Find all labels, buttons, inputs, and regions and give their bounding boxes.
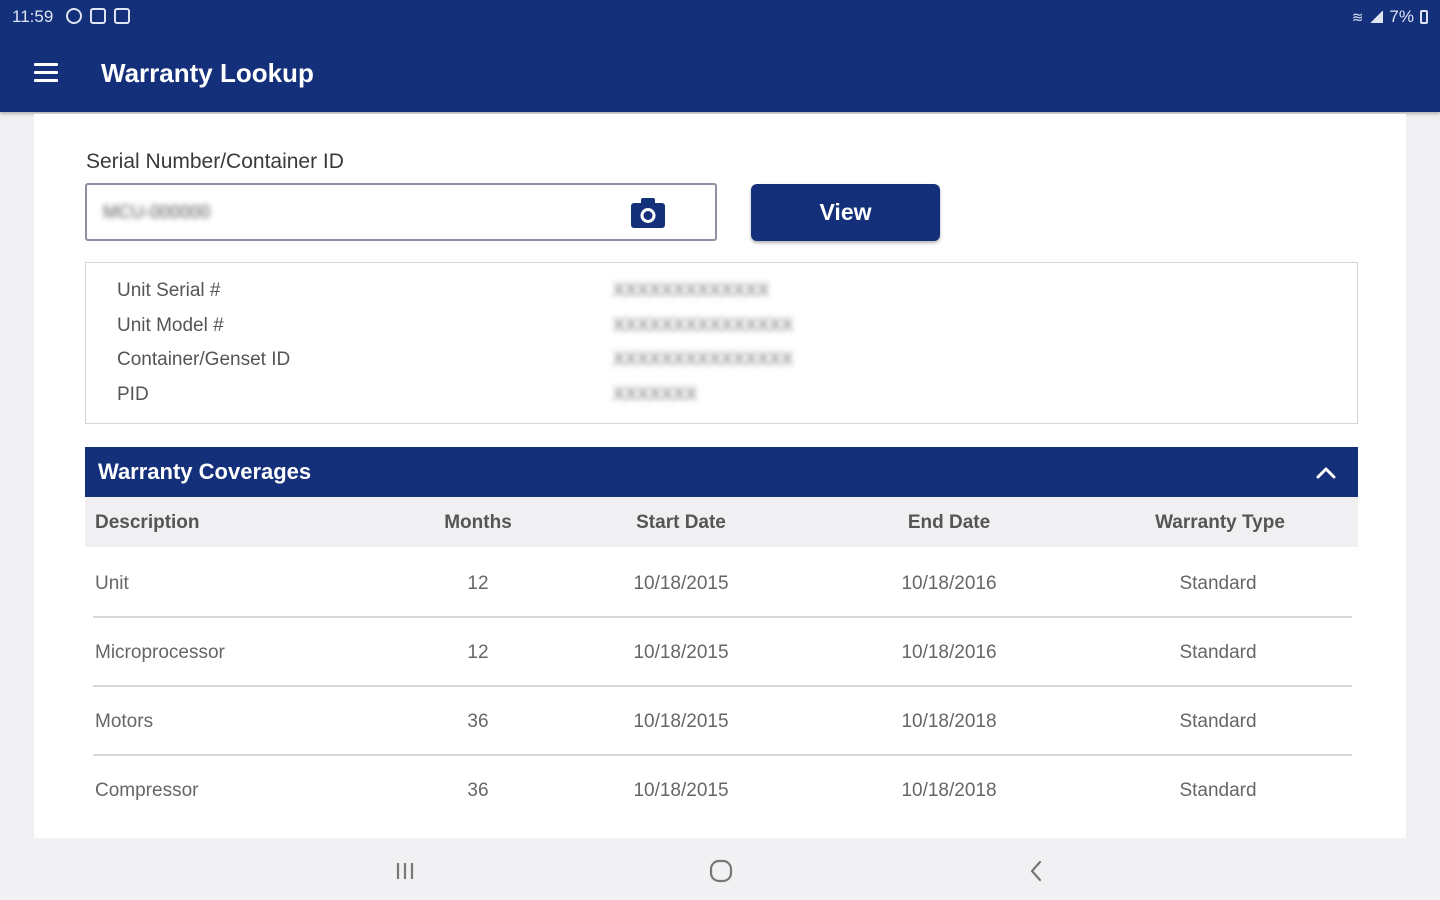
- info-value: XXXXXXX: [613, 384, 698, 404]
- serial-field-label: Serial Number/Container ID: [86, 150, 344, 173]
- cell-end-date: 10/18/2016: [901, 642, 997, 663]
- wifi-icon: ≋: [1351, 8, 1364, 25]
- table-row: Motors 36 10/18/2015 10/18/2018 Standard: [85, 687, 1358, 756]
- cell-months: 36: [467, 780, 489, 801]
- column-header-warranty-type: Warranty Type: [1155, 512, 1285, 533]
- cell-warranty-type: Standard: [1179, 573, 1257, 594]
- table-header: Description Months Start Date End Date W…: [85, 497, 1358, 547]
- serial-search-box: [85, 183, 717, 241]
- info-label: PID: [117, 384, 149, 405]
- chevron-up-icon[interactable]: [1314, 461, 1338, 485]
- info-label: Unit Serial #: [117, 280, 221, 301]
- info-row-serial: Unit Serial # XXXXXXXXXXXXX: [117, 280, 1317, 310]
- cell-description: Unit: [95, 573, 129, 594]
- cell-start-date: 10/18/2015: [633, 642, 729, 663]
- back-icon[interactable]: [1022, 856, 1052, 886]
- cell-months: 12: [467, 573, 489, 594]
- cell-end-date: 10/18/2018: [901, 711, 997, 732]
- table-row: Compressor 36 10/18/2015 10/18/2018 Stan…: [85, 756, 1358, 825]
- cell-end-date: 10/18/2016: [901, 573, 997, 594]
- cell-warranty-type: Standard: [1179, 780, 1257, 801]
- status-bar: 11:59 ≋ 7%: [0, 0, 1440, 32]
- home-icon[interactable]: [706, 856, 736, 886]
- unit-info-panel: Unit Serial # XXXXXXXXXXXXX Unit Model #…: [85, 262, 1358, 424]
- serial-input[interactable]: [103, 197, 583, 227]
- camera-icon[interactable]: [630, 197, 666, 229]
- info-value: XXXXXXXXXXXXXXX: [613, 349, 794, 369]
- cell-description: Microprocessor: [95, 642, 225, 663]
- column-header-end-date: End Date: [907, 512, 991, 533]
- cell-start-date: 10/18/2015: [633, 573, 729, 594]
- battery-icon: [1420, 10, 1428, 24]
- cell-months: 12: [467, 642, 489, 663]
- cell-start-date: 10/18/2015: [633, 711, 729, 732]
- recent-apps-icon[interactable]: [390, 856, 420, 886]
- signal-icon: [1369, 11, 1384, 23]
- table-row: Unit 12 10/18/2015 10/18/2016 Standard: [85, 549, 1358, 618]
- cell-start-date: 10/18/2015: [633, 780, 729, 801]
- info-label: Container/Genset ID: [117, 349, 291, 370]
- info-row-model: Unit Model # XXXXXXXXXXXXXXX: [117, 315, 1317, 345]
- info-value: XXXXXXXXXXXXX: [613, 280, 770, 300]
- cell-end-date: 10/18/2018: [901, 780, 997, 801]
- warranty-coverages-header[interactable]: Warranty Coverages: [85, 447, 1358, 497]
- info-value: XXXXXXXXXXXXXXX: [613, 315, 794, 335]
- column-header-months: Months: [444, 512, 512, 533]
- section-title: Warranty Coverages: [98, 459, 312, 484]
- battery-text: 7%: [1389, 7, 1414, 26]
- info-row-pid: PID XXXXXXX: [117, 384, 1317, 414]
- hamburger-menu-icon[interactable]: [28, 58, 64, 86]
- info-label: Unit Model #: [117, 315, 224, 336]
- cell-description: Motors: [95, 711, 154, 732]
- cell-warranty-type: Standard: [1179, 642, 1257, 663]
- column-header-description: Description: [95, 512, 200, 533]
- status-time: 11:59: [12, 7, 54, 26]
- table-row: Microprocessor 12 10/18/2015 10/18/2016 …: [85, 618, 1358, 687]
- cell-description: Compressor: [95, 780, 199, 801]
- calendar-icon: [114, 8, 130, 24]
- notification-icons: [66, 8, 130, 24]
- status-right: ≋ 7%: [1352, 7, 1428, 27]
- main-card: Serial Number/Container ID View Unit Ser…: [34, 114, 1406, 838]
- image-icon: [90, 8, 106, 24]
- app-notification-icon: [66, 8, 82, 24]
- cell-months: 36: [467, 711, 489, 732]
- navigation-bar: [0, 840, 1440, 900]
- page-title: Warranty Lookup: [101, 58, 314, 88]
- info-row-container: Container/Genset ID XXXXXXXXXXXXXXX: [117, 349, 1317, 379]
- app-bar: Warranty Lookup: [0, 32, 1440, 112]
- cell-warranty-type: Standard: [1179, 711, 1257, 732]
- column-header-start-date: Start Date: [636, 512, 726, 533]
- view-button[interactable]: View: [751, 184, 940, 241]
